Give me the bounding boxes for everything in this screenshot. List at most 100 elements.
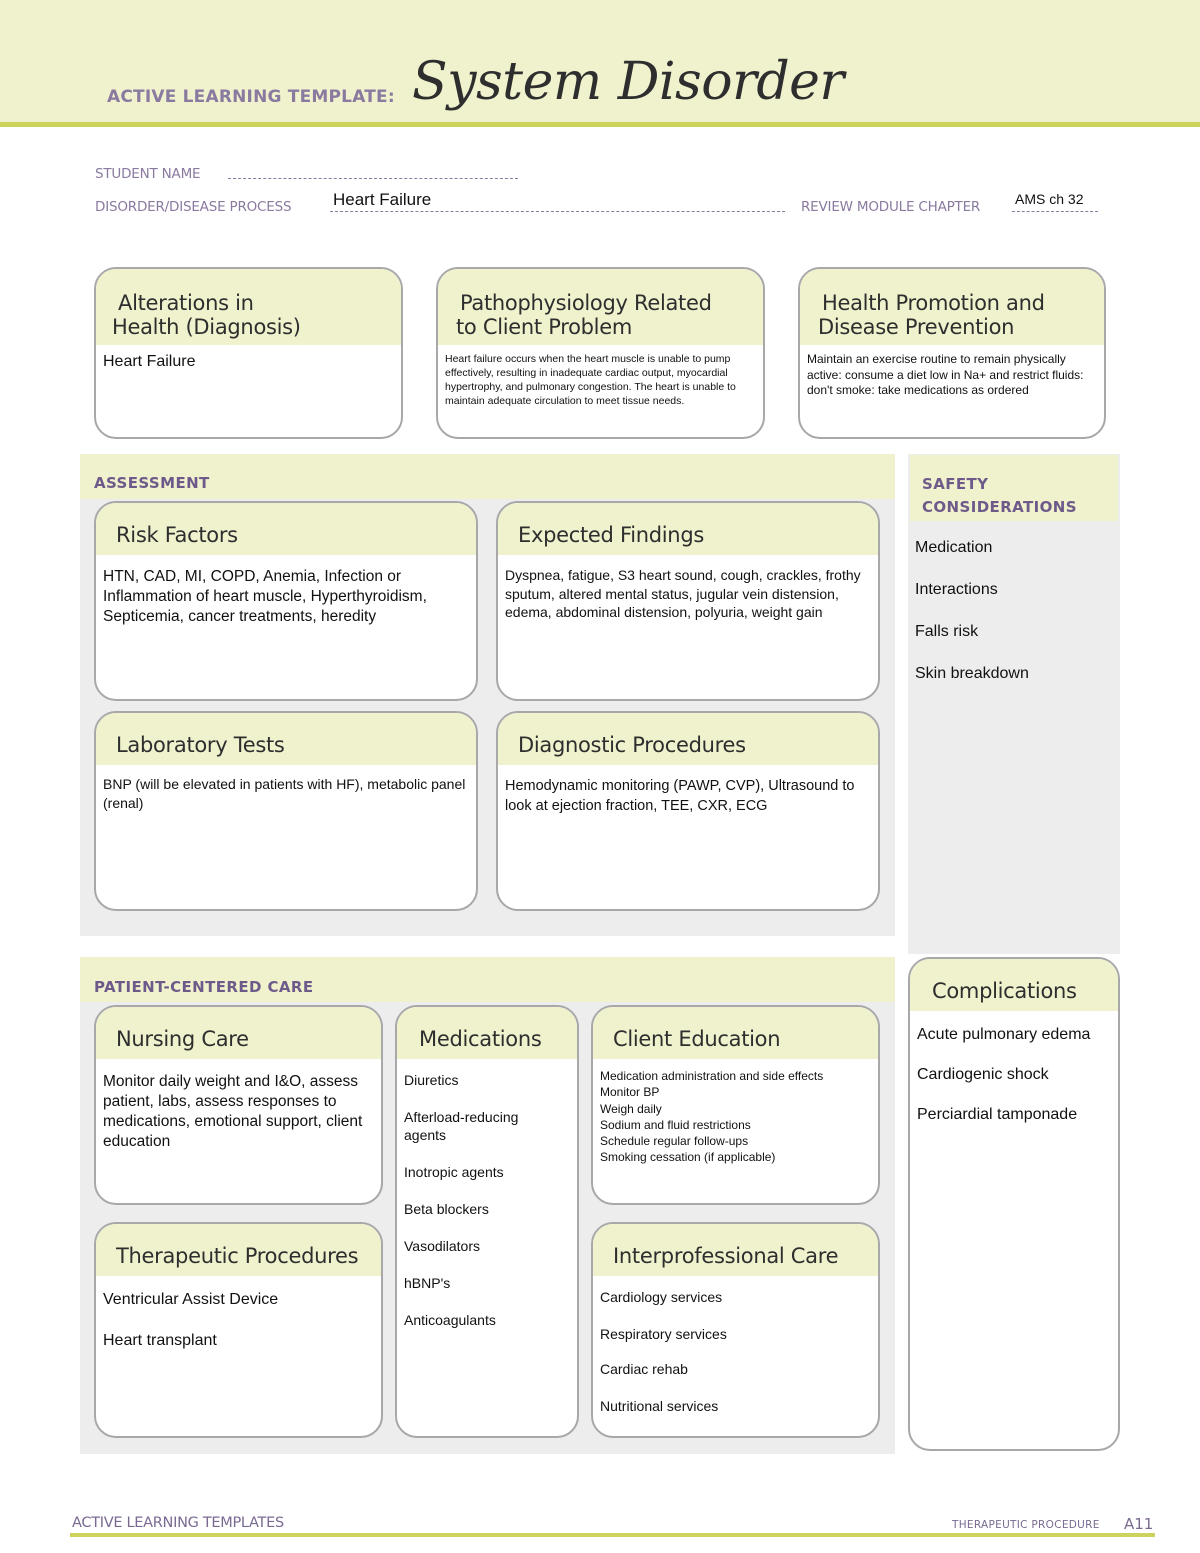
- alterations-card: Alterations in Health (Diagnosis) Heart …: [94, 267, 403, 439]
- health-promotion-card-header: Health Promotion and Disease Prevention: [800, 269, 1104, 345]
- safety-item[interactable]: Medication: [915, 538, 1029, 557]
- review-module-field[interactable]: [1012, 211, 1098, 212]
- medication-item[interactable]: Vasodilators: [404, 1237, 570, 1255]
- risk-factors-header: Risk Factors: [96, 503, 476, 555]
- medication-item[interactable]: Beta blockers: [404, 1200, 570, 1218]
- interprofessional-care-list: Cardiology services Respiratory services…: [593, 1276, 878, 1415]
- safety-item[interactable]: Falls risk: [915, 622, 1029, 641]
- medications-list: Diuretics Afterload-reducing agents Inot…: [397, 1059, 577, 1329]
- safety-title-line2: CONSIDERATIONS: [922, 498, 1077, 516]
- risk-factors-body[interactable]: HTN, CAD, MI, COPD, Anemia, Infection or…: [96, 555, 476, 627]
- laboratory-tests-card: Laboratory Tests BNP (will be elevated i…: [94, 711, 478, 911]
- interprofessional-care-card: Interprofessional Care Cardiology servic…: [591, 1222, 880, 1438]
- student-name-label: STUDENT NAME: [95, 166, 201, 182]
- alterations-body[interactable]: Heart Failure: [96, 345, 401, 371]
- page-title: System Disorder: [412, 52, 844, 112]
- diagnostic-procedures-body[interactable]: Hemodynamic monitoring (PAWP, CVP), Ultr…: [498, 765, 878, 816]
- risk-factors-title: Risk Factors: [116, 523, 238, 547]
- health-promotion-title-line1: Health Promotion and: [822, 291, 1045, 315]
- complications-card: Complications Acute pulmonary edema Card…: [908, 957, 1120, 1451]
- nursing-care-header: Nursing Care: [96, 1007, 381, 1059]
- interprofessional-care-item[interactable]: Cardiology services: [600, 1288, 871, 1306]
- nursing-care-body[interactable]: Monitor daily weight and I&O, assess pat…: [96, 1059, 381, 1152]
- template-label: ACTIVE LEARNING TEMPLATE:: [107, 87, 395, 107]
- alterations-card-header: Alterations in Health (Diagnosis): [96, 269, 401, 345]
- complications-header: Complications: [910, 959, 1118, 1011]
- medications-header: Medications: [397, 1007, 577, 1059]
- expected-findings-body[interactable]: Dyspnea, fatigue, S3 heart sound, cough,…: [498, 555, 878, 622]
- safety-section: [908, 454, 1120, 954]
- therapeutic-procedure-item[interactable]: Ventricular Assist Device: [103, 1290, 374, 1309]
- therapeutic-procedures-header: Therapeutic Procedures: [96, 1224, 381, 1276]
- complications-title: Complications: [932, 979, 1077, 1003]
- client-education-item[interactable]: Smoking cessation (if applicable): [600, 1149, 871, 1165]
- medications-title: Medications: [419, 1027, 542, 1051]
- disorder-label: DISORDER/DISEASE PROCESS: [95, 199, 292, 215]
- interprofessional-care-item[interactable]: Cardiac rehab: [600, 1360, 871, 1378]
- client-education-item[interactable]: Monitor BP: [600, 1084, 871, 1100]
- review-module-value[interactable]: AMS ch 32: [1015, 191, 1083, 207]
- laboratory-tests-header: Laboratory Tests: [96, 713, 476, 765]
- safety-section-title: SAFETY CONSIDERATIONS: [922, 473, 1077, 519]
- therapeutic-procedures-card: Therapeutic Procedures Ventricular Assis…: [94, 1222, 383, 1438]
- medication-item[interactable]: Diuretics: [404, 1071, 570, 1089]
- student-name-field[interactable]: [228, 178, 518, 179]
- complications-list: Acute pulmonary edema Cardiogenic shock …: [910, 1011, 1118, 1124]
- patient-centered-care-title: PATIENT-CENTERED CARE: [94, 978, 314, 996]
- interprofessional-care-item[interactable]: Respiratory services: [600, 1325, 871, 1343]
- safety-title-line1: SAFETY: [922, 475, 989, 493]
- client-education-item[interactable]: Schedule regular follow-ups: [600, 1133, 871, 1149]
- header-rule: [0, 122, 1200, 127]
- review-module-label: REVIEW MODULE CHAPTER: [801, 199, 981, 215]
- health-promotion-card: Health Promotion and Disease Prevention …: [798, 267, 1106, 439]
- medication-item[interactable]: Inotropic agents: [404, 1163, 570, 1181]
- nursing-care-title: Nursing Care: [116, 1027, 249, 1051]
- pathophysiology-title-line1: Pathophysiology Related: [460, 291, 712, 315]
- pathophysiology-card-header: Pathophysiology Related to Client Proble…: [438, 269, 763, 345]
- therapeutic-procedures-title: Therapeutic Procedures: [116, 1244, 359, 1268]
- risk-factors-card: Risk Factors HTN, CAD, MI, COPD, Anemia,…: [94, 501, 478, 701]
- pathophysiology-title-line2: to Client Problem: [456, 315, 632, 339]
- health-promotion-body[interactable]: Maintain an exercise routine to remain p…: [800, 345, 1104, 399]
- client-education-item[interactable]: Weigh daily: [600, 1101, 871, 1117]
- laboratory-tests-body[interactable]: BNP (will be elevated in patients with H…: [96, 765, 476, 813]
- client-education-title: Client Education: [613, 1027, 781, 1051]
- expected-findings-title: Expected Findings: [518, 523, 704, 547]
- pathophysiology-card: Pathophysiology Related to Client Proble…: [436, 267, 765, 439]
- footer-left: ACTIVE LEARNING TEMPLATES: [72, 1515, 284, 1531]
- interprofessional-care-header: Interprofessional Care: [593, 1224, 878, 1276]
- medication-item[interactable]: hBNP's: [404, 1274, 570, 1292]
- alterations-title-line1: Alterations in: [118, 291, 254, 315]
- therapeutic-procedures-list: Ventricular Assist Device Heart transpla…: [96, 1276, 381, 1350]
- footer-section: THERAPEUTIC PROCEDURE: [952, 1519, 1100, 1531]
- assessment-section-title: ASSESSMENT: [94, 474, 210, 492]
- disorder-value[interactable]: Heart Failure: [333, 190, 431, 210]
- safety-item[interactable]: Skin breakdown: [915, 664, 1029, 683]
- diagnostic-procedures-title: Diagnostic Procedures: [518, 733, 746, 757]
- expected-findings-card: Expected Findings Dyspnea, fatigue, S3 h…: [496, 501, 880, 701]
- disorder-field[interactable]: [330, 211, 785, 212]
- medication-item[interactable]: Afterload-reducing agents: [404, 1108, 544, 1144]
- alterations-title-line2: Health (Diagnosis): [112, 315, 301, 339]
- footer-rule: [70, 1533, 1155, 1537]
- complication-item[interactable]: Perciardial tamponade: [917, 1105, 1111, 1124]
- client-education-header: Client Education: [593, 1007, 878, 1059]
- complication-item[interactable]: Cardiogenic shock: [917, 1065, 1111, 1084]
- client-education-list: Medication administration and side effec…: [593, 1059, 878, 1166]
- medications-card: Medications Diuretics Afterload-reducing…: [395, 1005, 579, 1438]
- interprofessional-care-title: Interprofessional Care: [613, 1244, 839, 1268]
- laboratory-tests-title: Laboratory Tests: [116, 733, 285, 757]
- expected-findings-header: Expected Findings: [498, 503, 878, 555]
- interprofessional-care-item[interactable]: Nutritional services: [600, 1397, 871, 1415]
- medication-item[interactable]: Anticoagulants: [404, 1311, 570, 1329]
- safety-item[interactable]: Interactions: [915, 580, 1029, 599]
- page-number: A11: [1124, 1515, 1154, 1533]
- diagnostic-procedures-card: Diagnostic Procedures Hemodynamic monito…: [496, 711, 880, 911]
- therapeutic-procedure-item[interactable]: Heart transplant: [103, 1331, 374, 1350]
- client-education-item[interactable]: Medication administration and side effec…: [600, 1068, 871, 1084]
- pathophysiology-body[interactable]: Heart failure occurs when the heart musc…: [438, 345, 763, 408]
- client-education-item[interactable]: Sodium and fluid restrictions: [600, 1117, 871, 1133]
- complication-item[interactable]: Acute pulmonary edema: [917, 1025, 1111, 1044]
- diagnostic-procedures-header: Diagnostic Procedures: [498, 713, 878, 765]
- safety-list: Medication Interactions Falls risk Skin …: [915, 538, 1029, 683]
